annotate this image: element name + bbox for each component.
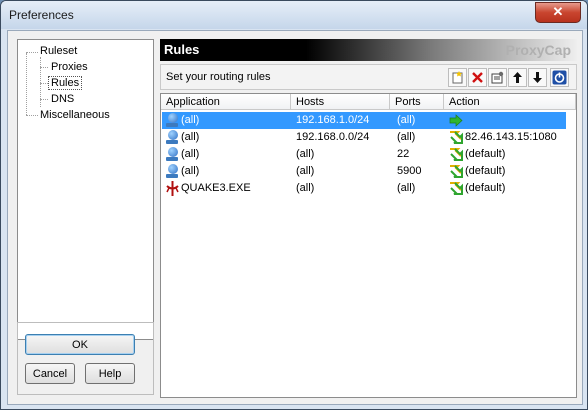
move-down-icon <box>533 72 542 83</box>
column-header-ports[interactable]: Ports <box>390 94 444 110</box>
preferences-window: Preferences ✕ Ruleset Proxies Rules DNS … <box>0 0 588 410</box>
action-text: (default) <box>465 165 506 177</box>
direct-arrow-icon <box>449 114 463 127</box>
cell-ports: (all) <box>397 114 416 126</box>
table-row[interactable]: (all) (all) 22 (default) <box>162 146 566 163</box>
rule-properties-button[interactable] <box>488 68 507 87</box>
table-row[interactable]: (all) 192.168.1.0/24 (all) <box>162 112 566 129</box>
close-icon: ✕ <box>552 4 564 19</box>
tree-item-label: Miscellaneous <box>40 109 110 121</box>
delete-rule-button[interactable] <box>468 68 487 87</box>
quake-icon <box>166 181 179 196</box>
rules-list[interactable]: Application Hosts Ports Action (all) 192… <box>160 93 577 398</box>
globe-icon <box>166 164 179 179</box>
close-button[interactable]: ✕ <box>535 2 581 23</box>
proxy-arrows-icon <box>450 182 463 195</box>
cell-hosts: 192.168.0.0/24 <box>296 131 370 143</box>
rules-panel: Rules ProxyCap Set your routing rules Ap… <box>160 39 577 398</box>
application-text: (all) <box>181 114 200 126</box>
dialog-buttons: OK Cancel Help <box>17 322 154 395</box>
rules-toolbar: Set your routing rules <box>160 64 577 90</box>
cell-ports: (all) <box>397 182 416 194</box>
tree-item-label: Proxies <box>51 61 88 73</box>
cell-action <box>449 113 465 128</box>
title-bar[interactable]: Preferences ✕ <box>1 1 587 29</box>
cell-application: QUAKE3.EXE <box>166 181 251 196</box>
help-button[interactable]: Help <box>85 363 135 384</box>
move-up-button[interactable] <box>508 68 527 87</box>
cell-ports: (all) <box>397 131 416 143</box>
new-rule-button[interactable] <box>448 68 467 87</box>
tree-connector <box>40 67 48 68</box>
tree-item-label: DNS <box>51 93 75 105</box>
table-row[interactable]: (all) (all) 5900 (default) <box>162 163 566 180</box>
tree-item-miscellaneous[interactable]: Miscellaneous <box>38 109 112 121</box>
proxy-arrows-icon <box>450 165 463 178</box>
globe-icon <box>166 130 179 145</box>
new-rule-icon <box>452 71 463 84</box>
cell-action: 82.46.143.15:1080 <box>449 130 557 145</box>
cell-application: (all) <box>166 164 199 179</box>
proxy-arrows-icon <box>450 148 463 161</box>
globe-icon <box>166 147 179 162</box>
table-row[interactable]: QUAKE3.EXE (all) (all) (default) <box>162 180 566 197</box>
panel-header: Rules ProxyCap <box>160 39 577 61</box>
tree-connector <box>40 99 48 100</box>
cell-hosts: (all) <box>296 182 315 194</box>
properties-icon <box>491 71 504 84</box>
table-row[interactable]: (all) 192.168.0.0/24 (all) 82.46.143.15:… <box>162 129 566 146</box>
action-text: (default) <box>465 148 506 160</box>
action-text: 82.46.143.15:1080 <box>465 131 557 143</box>
power-icon <box>552 70 567 85</box>
application-text: (all) <box>181 165 200 177</box>
cell-action: (default) <box>449 164 505 179</box>
cell-application: (all) <box>166 147 199 162</box>
cell-hosts: 192.168.1.0/24 <box>296 114 370 126</box>
cell-ports: 22 <box>397 148 410 160</box>
tree-connector <box>26 115 38 116</box>
action-text: (default) <box>465 182 506 194</box>
cell-action: (default) <box>449 181 505 196</box>
cell-hosts: (all) <box>296 148 315 160</box>
column-headers: Application Hosts Ports Action <box>161 94 576 111</box>
tree-connector <box>26 53 27 115</box>
cell-ports: 5900 <box>397 165 422 177</box>
tree-connector <box>40 83 48 84</box>
settings-tree[interactable]: Ruleset Proxies Rules DNS Miscellaneous <box>17 39 154 340</box>
dialog-body: Ruleset Proxies Rules DNS Miscellaneous … <box>7 30 583 405</box>
toolbar-label: Set your routing rules <box>166 71 271 83</box>
column-header-application[interactable]: Application <box>161 94 291 110</box>
ok-button[interactable]: OK <box>25 334 135 355</box>
window-title: Preferences <box>9 8 74 22</box>
globe-icon <box>166 113 179 128</box>
move-down-button[interactable] <box>528 68 547 87</box>
column-header-hosts[interactable]: Hosts <box>291 94 390 110</box>
tree-item-proxies[interactable]: Proxies <box>49 61 90 73</box>
delete-icon <box>472 72 483 83</box>
cell-hosts: (all) <box>296 165 315 177</box>
application-text: QUAKE3.EXE <box>181 182 251 194</box>
column-header-action[interactable]: Action <box>444 94 576 110</box>
application-text: (all) <box>181 131 200 143</box>
proxy-arrows-icon <box>450 131 463 144</box>
cell-application: (all) <box>166 113 199 128</box>
application-text: (all) <box>181 148 200 160</box>
cell-application: (all) <box>166 130 199 145</box>
tree-item-rules[interactable]: Rules <box>47 76 83 90</box>
cell-action: (default) <box>449 147 505 162</box>
brand-logo-text: ProxyCap <box>505 42 571 58</box>
move-up-icon <box>513 72 522 83</box>
panel-title: Rules <box>164 42 200 57</box>
tree-item-ruleset[interactable]: Ruleset <box>38 45 79 57</box>
tree-item-label: Rules <box>47 76 83 90</box>
tree-item-label: Ruleset <box>40 45 78 57</box>
tree-connector <box>26 52 38 53</box>
tree-item-dns[interactable]: DNS <box>49 93 76 105</box>
power-button[interactable] <box>550 68 569 87</box>
cancel-button[interactable]: Cancel <box>25 363 75 384</box>
